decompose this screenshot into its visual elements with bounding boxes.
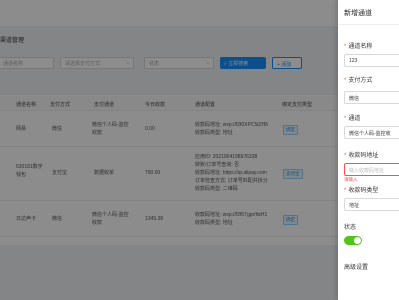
channel-label-text: 通道	[348, 116, 361, 122]
qr-address-placeholder: 输入收款码地址	[349, 168, 385, 174]
pay-type-label: * 支付方式	[344, 75, 372, 84]
pay-type-select[interactable]: 微信	[344, 91, 399, 104]
channel-label: * 通道	[344, 113, 360, 122]
toggle-knob	[354, 237, 361, 244]
modal-mask[interactable]	[0, 0, 338, 300]
channel-name-input[interactable]: 123	[344, 54, 399, 67]
qr-type-select[interactable]: 地址	[344, 198, 399, 211]
qr-type-label-text: 收款码类型	[348, 188, 379, 194]
advanced-settings[interactable]: 高级设置	[344, 262, 368, 271]
required-mark: *	[344, 78, 347, 84]
required-mark: *	[344, 188, 347, 194]
channel-value: 微信个人码-监控收	[349, 131, 391, 137]
channel-name-value: 123	[349, 58, 358, 64]
required-mark: *	[344, 116, 347, 122]
status-label: 状态	[344, 225, 357, 231]
pay-type-label-text: 支付方式	[348, 78, 373, 84]
channel-name-label-text: 通道名称	[348, 44, 373, 50]
qr-address-label-text: 收款码地址	[348, 153, 379, 159]
required-mark: *	[344, 153, 347, 159]
status-toggle[interactable]	[344, 236, 362, 245]
channel-name-label: * 通道名称	[344, 41, 372, 50]
channel-select[interactable]: 微信个人码-监控收	[344, 126, 399, 139]
qr-address-error: 请输入	[344, 177, 358, 182]
add-channel-drawer: 新增通道 * 通道名称 123 * 支付方式 微信 * 通道 微信个人码-监控收 * 收…	[338, 0, 399, 300]
required-mark: *	[344, 44, 347, 50]
qr-type-label: * 收款码类型	[344, 185, 378, 194]
qr-address-input[interactable]: 输入收款码地址	[344, 163, 399, 176]
qr-address-label: * 收款码地址	[344, 150, 378, 159]
qr-type-value: 地址	[349, 203, 360, 209]
drawer-title: 新增通道	[344, 10, 372, 17]
pay-type-value: 微信	[349, 96, 360, 102]
divider	[338, 24, 399, 25]
